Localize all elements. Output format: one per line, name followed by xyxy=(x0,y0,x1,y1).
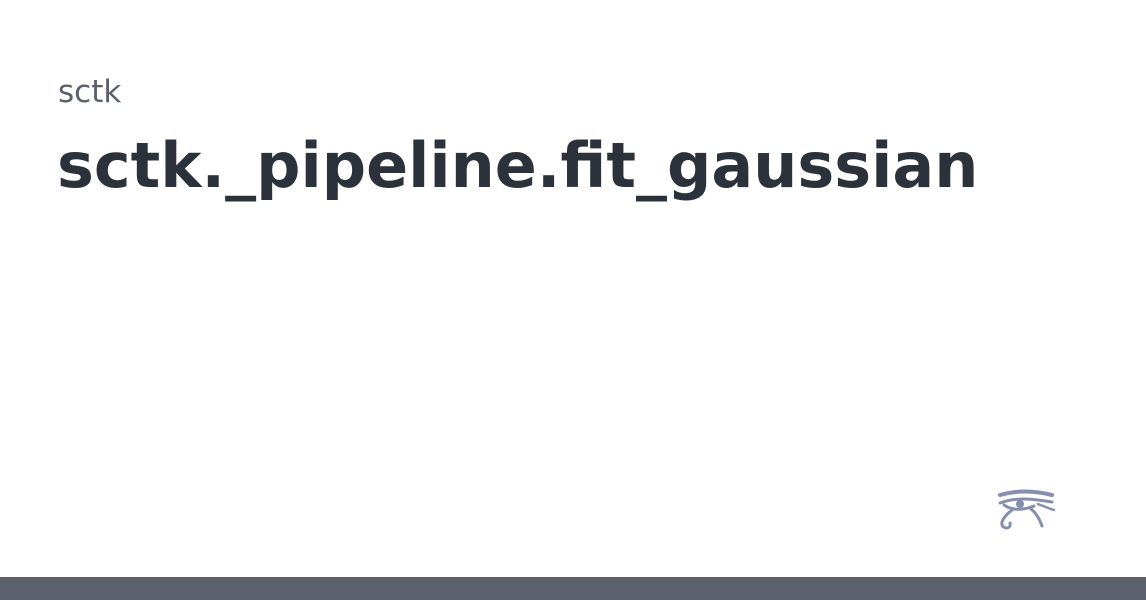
eye-of-horus-icon xyxy=(998,489,1056,530)
package-name: sctk xyxy=(58,74,122,110)
page-title: sctk._pipeline.fit_gaussian xyxy=(57,129,979,202)
footer-bar xyxy=(0,577,1146,600)
social-card: sctk sctk._pipeline.fit_gaussian xyxy=(0,0,1146,600)
